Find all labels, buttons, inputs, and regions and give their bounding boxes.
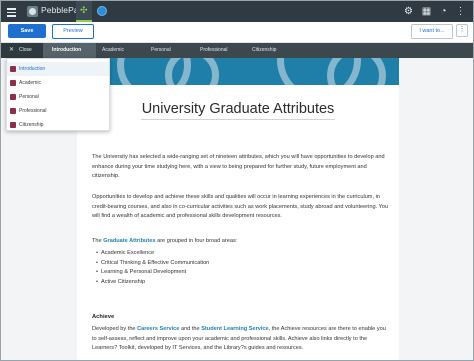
nav-tab-introduction[interactable]: Introduction (43, 43, 96, 58)
history-icon[interactable]: ◔ (438, 6, 449, 17)
dropdown-item-citizenship[interactable]: Citizenship (7, 118, 109, 132)
page-icon (10, 108, 16, 114)
student-learning-service-link[interactable]: Student Learning Service (201, 326, 268, 332)
achieve-heading: Achieve (92, 314, 115, 320)
app-window: PebblePad ✣ ⚙ ▦ ◔ ⋮ Save Preview I want … (0, 0, 474, 361)
list-item: Learning & Personal Development (96, 268, 186, 278)
i-want-to-button[interactable]: I want to... (411, 24, 453, 39)
asset-tab-icon[interactable]: ✣ (76, 1, 92, 22)
title-divider (141, 119, 335, 120)
page-icon (10, 66, 16, 72)
action-bar: Save Preview I want to... ⋮ (1, 22, 473, 43)
more-options-button[interactable]: ⋮ (456, 24, 468, 37)
intro-paragraph: The University has selected a wide-rangi… (92, 154, 385, 180)
list-item: Active Citizenship (96, 278, 145, 288)
page-banner (77, 58, 399, 85)
nav-tab-professional[interactable]: Professional (200, 43, 250, 58)
preview-button[interactable]: Preview (52, 24, 94, 39)
list-item: Academic Excellence (96, 249, 154, 259)
achieve-paragraph: Developed by the Careers Service and the… (92, 326, 386, 352)
nav-tab-academic[interactable]: Academic (102, 43, 148, 58)
top-bar: PebblePad ✣ ⚙ ▦ ◔ ⋮ (1, 1, 473, 22)
close-icon: ✕ (9, 47, 15, 53)
dropdown-item-introduction[interactable]: Introduction (7, 62, 109, 76)
dropdown-item-professional[interactable]: Professional (7, 104, 109, 118)
close-label: Close (19, 47, 32, 53)
page-icon (10, 80, 16, 86)
scrollbar[interactable] (469, 58, 472, 360)
vertical-dots-icon[interactable]: ⋮ (455, 6, 466, 17)
page-icon (10, 122, 16, 128)
dropdown-item-personal[interactable]: Personal (7, 90, 109, 104)
page-title: University Graduate Attributes (141, 101, 335, 117)
page-icon (10, 94, 16, 100)
close-button[interactable]: ✕ Close (1, 43, 43, 58)
grid-icon[interactable]: ▦ (421, 6, 432, 17)
gear-icon[interactable]: ⚙ (403, 6, 414, 17)
graduate-attributes-link[interactable]: Graduate Attributes (103, 238, 155, 244)
grouped-suffix: are grouped in four broad areas: (155, 238, 238, 244)
page-nav-bar: ✕ Close Introduction Academic Personal P… (1, 43, 473, 58)
save-button[interactable]: Save (8, 24, 46, 38)
nav-tab-citizenship[interactable]: Citizenship (252, 43, 302, 58)
opportunities-paragraph: Opportunities to develop and achieve the… (92, 194, 389, 220)
page-nav-dropdown: Introduction Academic Personal Professio… (6, 58, 110, 131)
nav-tab-personal[interactable]: Personal (151, 43, 197, 58)
careers-service-link[interactable]: Careers Service (137, 326, 179, 332)
grouped-paragraph: The Graduate Attributes are grouped in f… (92, 237, 389, 247)
grouped-prefix: The (92, 238, 104, 244)
hamburger-menu-icon[interactable] (7, 6, 16, 17)
globe-icon[interactable] (97, 6, 107, 16)
pebblepad-logo-icon (27, 6, 38, 17)
dropdown-item-academic[interactable]: Academic (7, 76, 109, 90)
